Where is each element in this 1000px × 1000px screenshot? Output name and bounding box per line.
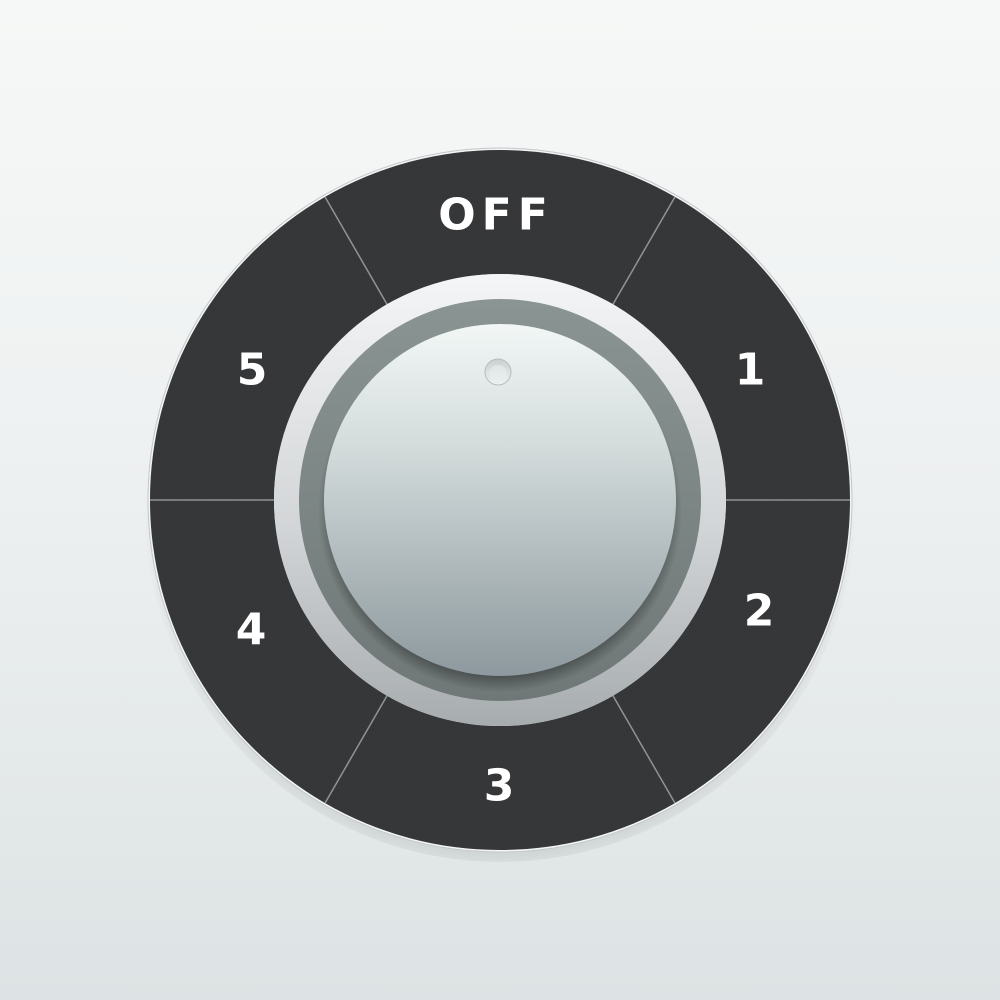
label-5: 5 [237, 345, 268, 396]
label-4: 4 [236, 605, 267, 656]
dial-knob[interactable] [274, 274, 726, 726]
label-1: 1 [735, 345, 766, 396]
rotary-dial: OFF 1 2 3 4 5 [144, 147, 856, 862]
label-2: 2 [744, 586, 775, 637]
indicator-dot-icon [484, 358, 512, 386]
label-off: OFF [438, 190, 554, 241]
label-3: 3 [484, 761, 515, 812]
